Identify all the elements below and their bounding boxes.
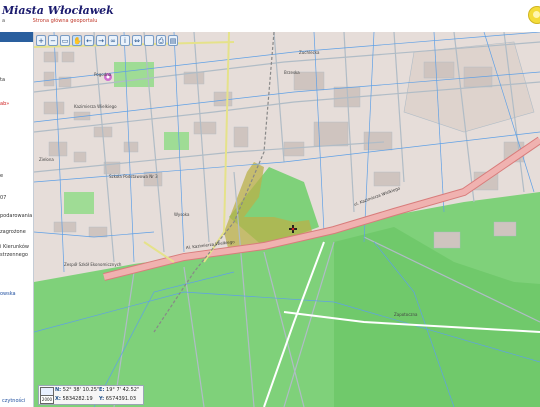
n-value: 52° 38' 10.25" xyxy=(62,387,100,393)
pan-hand-icon[interactable]: ✋ xyxy=(72,35,82,46)
forward-arrow-icon[interactable]: → xyxy=(96,35,106,46)
print-icon[interactable]: ⎙ xyxy=(156,35,166,46)
page-title: Miasta Włocławek xyxy=(2,4,114,17)
e-coordinate: E: 19° 7' 42.52" xyxy=(99,387,139,393)
map-label: Zuchlecka xyxy=(299,50,320,55)
link-icon[interactable]: ∞ xyxy=(108,35,118,46)
zoom-out-icon[interactable]: − xyxy=(48,35,58,46)
map-label: Zapotoczna xyxy=(394,312,418,317)
n-coordinate: N: 52° 38' 10.25" xyxy=(55,387,99,393)
measure-icon[interactable]: ⇔ xyxy=(132,35,142,46)
sidebar-item[interactable]: zagrożone xyxy=(0,229,26,235)
x-label: X: xyxy=(55,396,61,402)
map-label: Szkoła Podstawowa Nr 3 xyxy=(109,174,158,179)
sidebar: ta ab» e 07 podarowania zagrożone i Kier… xyxy=(0,32,34,407)
coordinates-panel: 2000 N: 52° 38' 10.25" E: 19° 7' 42.52" … xyxy=(38,385,144,405)
park-area xyxy=(64,192,94,214)
sidebar-item[interactable]: ta xyxy=(0,77,5,83)
sidebar-item[interactable]: podarowania xyxy=(0,213,32,219)
map-label: Wysoka xyxy=(174,212,190,217)
x-value: 5834282.19 xyxy=(62,396,93,402)
map-label: Zielona xyxy=(39,157,54,162)
e-label: E: xyxy=(99,387,105,393)
sidebar-item[interactable]: owska xyxy=(0,291,16,297)
e-value: 19° 7' 42.52" xyxy=(106,387,140,393)
info-icon[interactable]: i xyxy=(120,35,130,46)
zoom-box-icon[interactable]: ▭ xyxy=(60,35,70,46)
sidebar-footer-link[interactable]: czytności xyxy=(2,398,25,404)
back-arrow-icon[interactable]: ← xyxy=(84,35,94,46)
layers-icon[interactable]: ▤ xyxy=(168,35,178,46)
sidebar-item[interactable]: strzennego xyxy=(0,252,28,258)
map-label: Zespół Szkół Ekonomicznych xyxy=(64,262,122,267)
sidebar-header xyxy=(0,32,33,42)
blank-icon[interactable] xyxy=(144,35,154,46)
n-label: N: xyxy=(55,387,62,393)
map-label: Pogodna xyxy=(94,72,112,77)
sidebar-item[interactable]: e xyxy=(0,173,3,179)
y-coordinate: Y: 6574391.03 xyxy=(99,396,136,402)
home-link[interactable]: Strona główna geoportalu xyxy=(33,18,98,24)
header-subnav: a Strona główna geoportalu xyxy=(0,18,97,24)
subnav-prefix: a xyxy=(2,18,6,24)
sidebar-item[interactable]: i Kierunków xyxy=(0,244,29,250)
map-svg[interactable] xyxy=(34,32,540,407)
map-toolbar: + − ▭ ✋ ← → ∞ i ⇔ ⎙ ▤ xyxy=(36,35,178,49)
y-value: 6574391.03 xyxy=(105,396,137,402)
sidebar-item[interactable]: 07 xyxy=(0,195,6,201)
x-coordinate: X: 5834282.19 xyxy=(55,396,93,402)
y-label: Y: xyxy=(99,396,105,402)
help-bubble-icon[interactable] xyxy=(528,6,540,24)
map-canvas[interactable]: Zuchlecka Brzeska Kazimierza Wielkiego Z… xyxy=(34,32,540,407)
map-label: Kazimierza Wielkiego xyxy=(74,104,117,109)
app-header: Miasta Włocławek a Strona główna geoport… xyxy=(0,0,540,33)
map-label: Brzeska xyxy=(284,70,300,75)
zoom-in-icon[interactable]: + xyxy=(36,35,46,46)
sidebar-item[interactable]: ab» xyxy=(0,101,9,107)
scale-value[interactable]: 2000 xyxy=(40,395,54,404)
park-area xyxy=(164,132,189,150)
